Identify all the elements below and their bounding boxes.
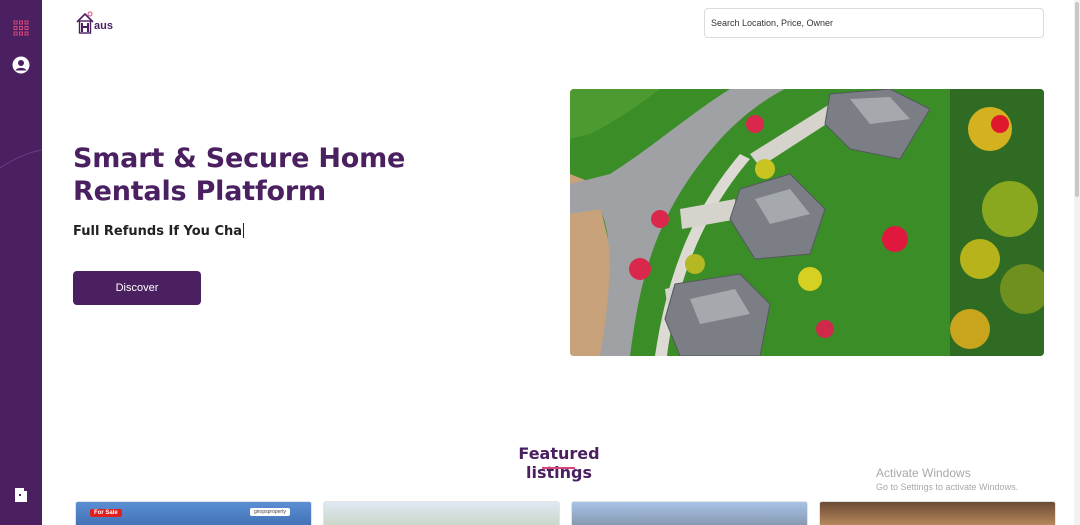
- hero-title: Smart & Secure Home Rentals Platform: [73, 143, 406, 207]
- page-scrollbar[interactable]: [1074, 0, 1080, 525]
- logout-icon[interactable]: [11, 485, 31, 505]
- hero-subtitle: Full Refunds If You Cha: [73, 223, 245, 239]
- sidebar: [0, 0, 42, 525]
- featured-listings-heading: Featured listings: [518, 444, 600, 482]
- listing-card[interactable]: [819, 501, 1056, 525]
- watermark-title: Activate Windows: [876, 466, 971, 480]
- search-input[interactable]: [704, 8, 1044, 38]
- user-icon[interactable]: [11, 55, 31, 75]
- listing-badge: For Sale: [90, 509, 122, 517]
- logo-text: aus: [94, 20, 113, 32]
- discover-button[interactable]: Discover: [73, 271, 201, 305]
- listing-card[interactable]: [323, 501, 560, 525]
- heading-underline: [542, 467, 575, 469]
- sidebar-swoosh-decoration: [0, 149, 42, 169]
- aerial-neighborhood-image: [570, 89, 1044, 356]
- typing-caret: [243, 223, 245, 238]
- listing-card[interactable]: [571, 501, 808, 525]
- listing-brand-logo: giropsproperty: [250, 508, 290, 516]
- grid-icon[interactable]: [11, 18, 31, 38]
- watermark-subtitle: Go to Settings to activate Windows.: [876, 482, 1019, 492]
- listing-card[interactable]: For Sale giropsproperty: [75, 501, 312, 525]
- activate-windows-watermark: Activate Windows Go to Settings to activ…: [876, 466, 1018, 492]
- scrollbar-thumb[interactable]: [1075, 2, 1079, 197]
- hero-image: [570, 89, 1044, 356]
- hero-subtitle-text: Full Refunds If You Cha: [73, 224, 243, 239]
